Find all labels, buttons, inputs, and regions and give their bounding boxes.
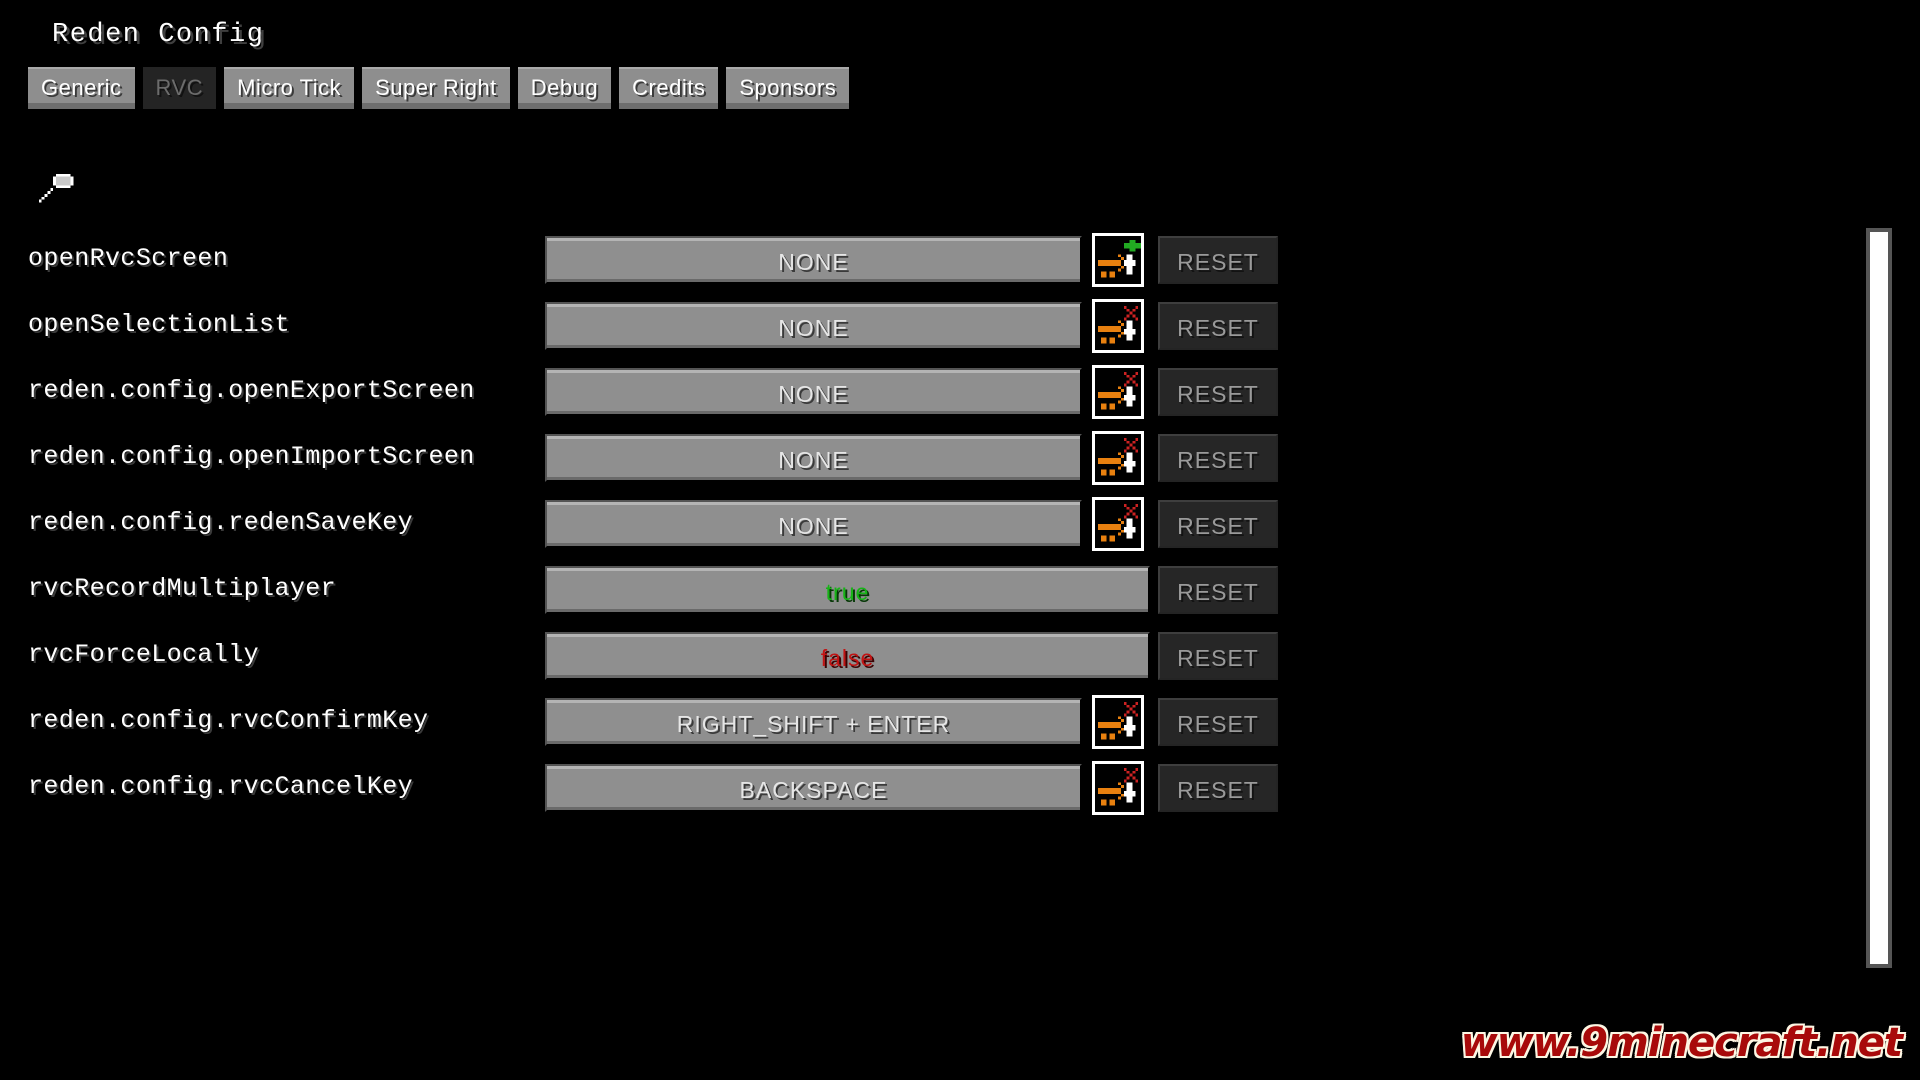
tab-sponsors[interactable]: Sponsors bbox=[726, 67, 850, 109]
entry-keybind-button[interactable]: BACKSPACE bbox=[545, 764, 1082, 812]
entry-label: reden.config.redenSaveKey bbox=[28, 508, 414, 537]
keybind-conflict-icon[interactable] bbox=[1092, 431, 1144, 485]
config-entry-row: openRvcScreen NONE RESET bbox=[0, 228, 1840, 294]
entry-keybind-button[interactable]: NONE bbox=[545, 434, 1082, 482]
entry-keybind-button[interactable]: NONE bbox=[545, 236, 1082, 284]
tab-micro-tick[interactable]: Micro Tick bbox=[224, 67, 355, 109]
keybind-conflict-icon[interactable] bbox=[1092, 365, 1144, 419]
keybind-conflict-icon[interactable] bbox=[1092, 761, 1144, 815]
entry-reset-button[interactable]: RESET bbox=[1158, 566, 1278, 614]
entry-keybind-button[interactable]: NONE bbox=[545, 302, 1082, 350]
config-entry-row: reden.config.openExportScreen NONE RESET bbox=[0, 360, 1840, 426]
config-entry-row: rvcForceLocally false RESET bbox=[0, 624, 1840, 690]
scrollbar-track[interactable] bbox=[1866, 228, 1892, 968]
search-icon[interactable] bbox=[33, 168, 79, 214]
config-entry-row: reden.config.openImportScreen NONE RESET bbox=[0, 426, 1840, 492]
config-entry-row: reden.config.rvcCancelKey BACKSPACE RESET bbox=[0, 756, 1840, 822]
tab-debug[interactable]: Debug bbox=[517, 67, 612, 109]
entry-toggle-button[interactable]: true bbox=[545, 566, 1150, 614]
keybind-conflict-icon[interactable] bbox=[1092, 695, 1144, 749]
entry-reset-button[interactable]: RESET bbox=[1158, 434, 1278, 482]
entry-label: reden.config.rvcCancelKey bbox=[28, 772, 414, 801]
keybind-conflict-icon[interactable] bbox=[1092, 497, 1144, 551]
entry-reset-button[interactable]: RESET bbox=[1158, 698, 1278, 746]
entry-reset-button[interactable]: RESET bbox=[1158, 302, 1278, 350]
config-entry-list: openRvcScreen NONE RESET openSelectionList N… bbox=[0, 228, 1840, 815]
config-entry-row: reden.config.redenSaveKey NONE RESET bbox=[0, 492, 1840, 558]
entry-keybind-button[interactable]: RIGHT_SHIFT + ENTER bbox=[545, 698, 1082, 746]
tab-super-right[interactable]: Super Right bbox=[362, 67, 510, 109]
config-entry-row: rvcRecordMultiplayer true RESET bbox=[0, 558, 1840, 624]
entry-label: openRvcScreen bbox=[28, 244, 229, 273]
entry-reset-button[interactable]: RESET bbox=[1158, 236, 1278, 284]
entry-keybind-button[interactable]: NONE bbox=[545, 500, 1082, 548]
entry-label: openSelectionList bbox=[28, 310, 290, 339]
watermark: www.9minecraft.net bbox=[1460, 1020, 1903, 1066]
tab-rvc[interactable]: RVC bbox=[142, 67, 217, 109]
scrollbar-thumb[interactable] bbox=[1866, 228, 1892, 968]
config-entry-row: openSelectionList NONE RESET bbox=[0, 294, 1840, 360]
tab-generic[interactable]: Generic bbox=[28, 67, 135, 109]
entry-label: reden.config.openExportScreen bbox=[28, 376, 475, 405]
entry-reset-button[interactable]: RESET bbox=[1158, 632, 1278, 680]
page-title: Reden Config bbox=[52, 20, 265, 50]
entry-label: rvcRecordMultiplayer bbox=[28, 574, 337, 603]
keybind-conflict-icon[interactable] bbox=[1092, 299, 1144, 353]
config-entry-row: reden.config.rvcConfirmKey RIGHT_SHIFT + … bbox=[0, 690, 1840, 756]
entry-label: reden.config.rvcConfirmKey bbox=[28, 706, 429, 735]
entry-reset-button[interactable]: RESET bbox=[1158, 368, 1278, 416]
entry-keybind-button[interactable]: NONE bbox=[545, 368, 1082, 416]
keybind-no-conflict-icon[interactable] bbox=[1092, 233, 1144, 287]
entry-label: rvcForceLocally bbox=[28, 640, 260, 669]
entry-toggle-button[interactable]: false bbox=[545, 632, 1150, 680]
tab-credits[interactable]: Credits bbox=[619, 67, 719, 109]
entry-reset-button[interactable]: RESET bbox=[1158, 764, 1278, 812]
tab-bar: Generic RVC Micro Tick Super Right Debug Cred… bbox=[28, 67, 850, 109]
entry-reset-button[interactable]: RESET bbox=[1158, 500, 1278, 548]
entry-label: reden.config.openImportScreen bbox=[28, 442, 475, 471]
